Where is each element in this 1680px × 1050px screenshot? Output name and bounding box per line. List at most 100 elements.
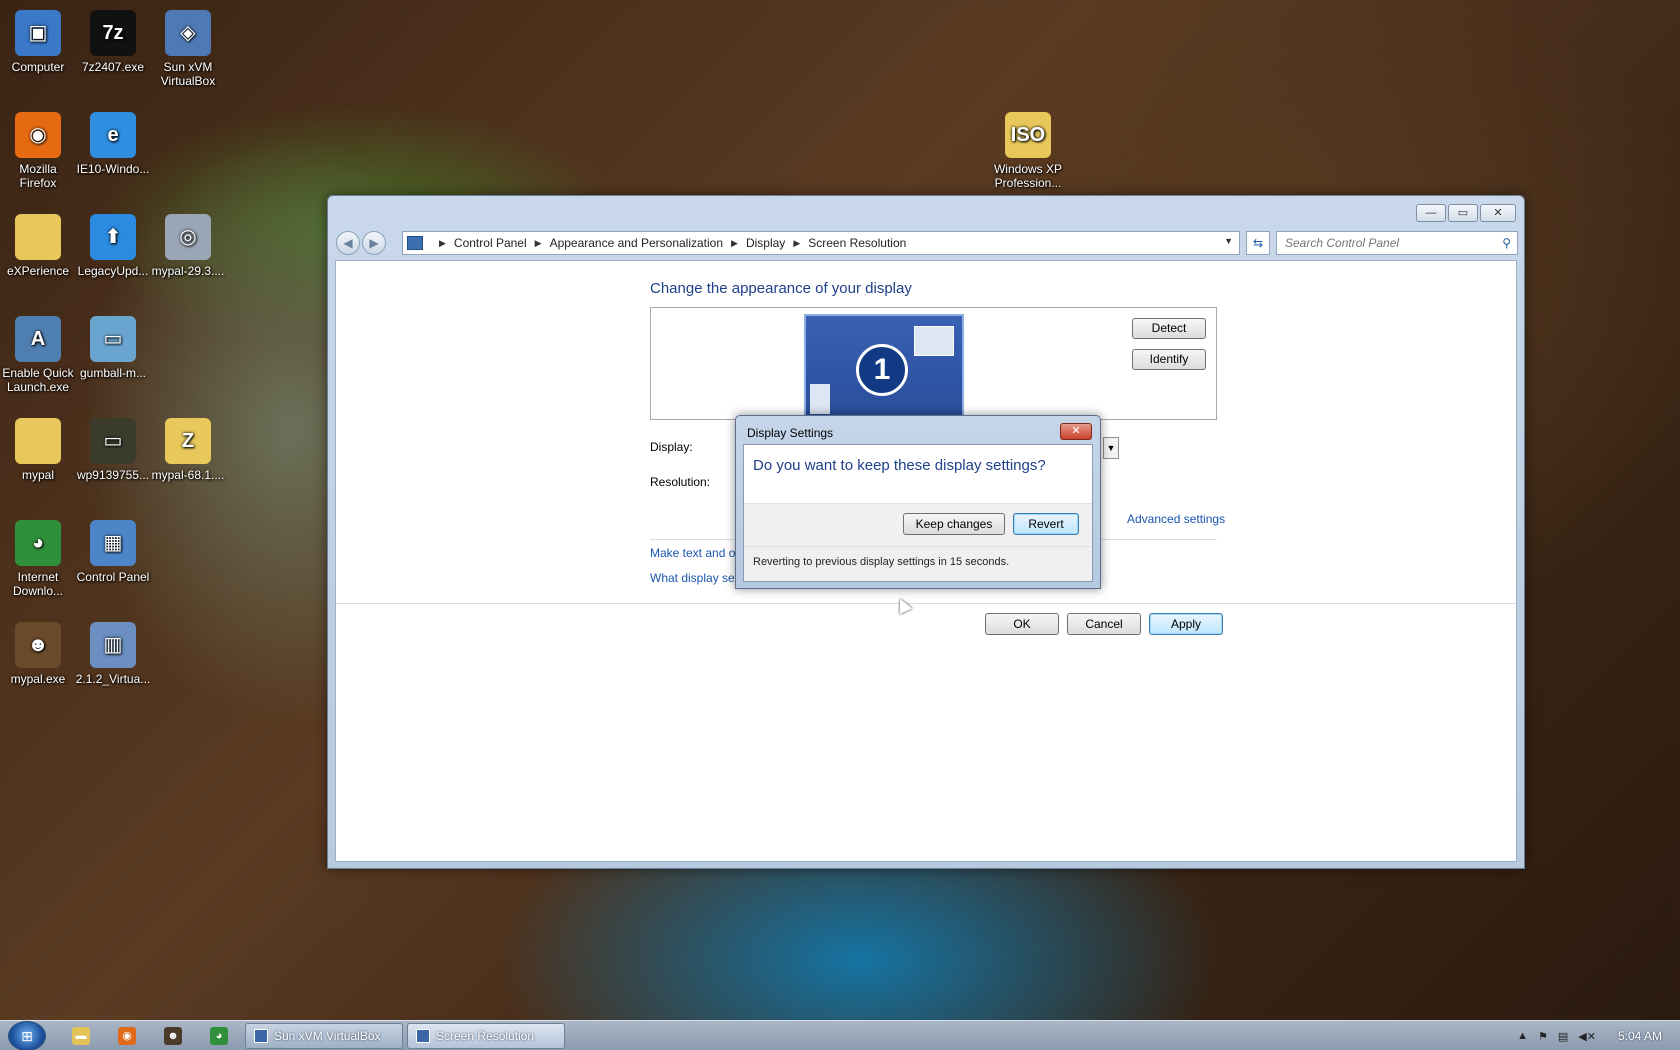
dialog-footer: Keep changes Revert Reverting to previou…: [744, 503, 1092, 581]
detect-button[interactable]: Detect: [1132, 318, 1206, 339]
folder-icon: [15, 214, 61, 260]
desktop-icon[interactable]: ⬆ LegacyUpd...: [75, 214, 151, 278]
search-input[interactable]: [1285, 236, 1485, 250]
folder-icon: [15, 418, 61, 464]
dialog-body: Do you want to keep these display settin…: [743, 444, 1093, 582]
action-center-flag-icon[interactable]: ⚑: [1538, 1030, 1548, 1043]
volume-muted-icon[interactable]: ◀✕: [1578, 1030, 1596, 1043]
desktop-icon-label: Mozilla Firefox: [19, 162, 57, 190]
desktop-icon[interactable]: 7z 7z2407.exe: [75, 10, 151, 74]
resolution-label: Resolution:: [650, 475, 711, 489]
cancel-button[interactable]: Cancel: [1067, 613, 1141, 635]
revert-button[interactable]: Revert: [1013, 513, 1079, 535]
maximize-button[interactable]: ▭: [1448, 204, 1478, 222]
desktop-icon[interactable]: ▥ 2.1.2_Virtua...: [75, 622, 151, 686]
desktop-icon[interactable]: ◎ mypal-29.3....: [150, 214, 226, 278]
breadcrumb-separator-icon: ▶: [793, 237, 801, 248]
back-button[interactable]: ◀: [336, 231, 360, 255]
taskbar-item-virtualbox[interactable]: Sun xVM VirtualBox: [245, 1023, 403, 1049]
desktop-icon[interactable]: mypal: [0, 418, 76, 482]
desktop-icon-label: Enable Quick Launch.exe: [2, 366, 74, 394]
breadcrumb-appearance[interactable]: Appearance and Personalization: [550, 236, 723, 250]
countdown-status: Reverting to previous display settings i…: [753, 556, 1010, 568]
network-icon[interactable]: ▤: [1558, 1030, 1568, 1043]
windows-logo-icon: ⊞: [21, 1028, 33, 1044]
show-hidden-icons-icon[interactable]: ▲: [1517, 1030, 1528, 1042]
mypal-taskbar-icon[interactable]: ☻: [164, 1027, 182, 1045]
breadcrumb-separator-icon: ▶: [534, 237, 542, 248]
desktop-icon[interactable]: ◈ Sun xVM VirtualBox: [150, 10, 226, 88]
desktop-icon-label: 7z2407.exe: [81, 60, 145, 74]
desktop-icon[interactable]: ◉ Mozilla Firefox: [0, 112, 76, 190]
dialog-close-button[interactable]: ✕: [1060, 423, 1092, 440]
refresh-button[interactable]: ⇆: [1246, 231, 1270, 255]
make-text-larger-link[interactable]: Make text and ot: [650, 546, 739, 560]
breadcrumb-control-panel[interactable]: Control Panel: [454, 236, 527, 250]
desktop-icon-label: IE10-Windo...: [76, 162, 150, 176]
desktop-icon[interactable]: eXPerience: [0, 214, 76, 278]
desktop-icon[interactable]: Zmypal-68.1....: [150, 418, 226, 482]
window-controls: — ▭ ✕: [1416, 204, 1516, 222]
desktop-icon[interactable]: ISO Windows XP Profession...: [990, 112, 1066, 190]
installer-disc-icon: ◎: [165, 214, 211, 260]
desktop-icon-label: mypal.exe: [10, 672, 66, 686]
forward-arrow-icon: ▶: [369, 236, 379, 250]
start-button[interactable]: ⊞: [8, 1021, 46, 1050]
display-settings-help-link[interactable]: What display set: [650, 571, 738, 585]
breadcrumb-separator-icon: ▶: [731, 237, 738, 248]
desktop-icon-label: Internet Downlo...: [12, 570, 64, 598]
desktop-icon-label: mypal-68.1....: [151, 468, 225, 482]
firefox-icon: ◉: [15, 112, 61, 158]
desktop-icon[interactable]: A Enable Quick Launch.exe: [0, 316, 76, 394]
apply-button[interactable]: Apply: [1149, 613, 1223, 635]
idm-icon: ◕: [15, 520, 61, 566]
page-title: Change the appearance of your display: [650, 280, 912, 297]
display-dropdown[interactable]: ▼: [1103, 437, 1119, 459]
breadcrumb-screen-resolution[interactable]: Screen Resolution: [808, 236, 906, 250]
forward-button[interactable]: ▶: [362, 231, 386, 255]
search-icon[interactable]: ⚲: [1502, 236, 1511, 250]
desktop-icon[interactable]: ▭ gumball-m...: [75, 316, 151, 380]
dialog-title: Display Settings: [747, 426, 834, 440]
quick-launch-icon: A: [15, 316, 61, 362]
desktop-icon-label: Windows XP Profession...: [993, 162, 1063, 190]
monitor-1[interactable]: 1: [804, 314, 964, 420]
desktop-icon-label: gumball-m...: [79, 366, 147, 380]
desktop-icon-label: Computer: [11, 60, 65, 74]
desktop-icon[interactable]: ☻ mypal.exe: [0, 622, 76, 686]
idm-taskbar-icon[interactable]: ◕: [210, 1027, 228, 1045]
desktop-icon[interactable]: ▣ Computer: [0, 10, 76, 74]
clock[interactable]: 5:04 AM: [1618, 1029, 1662, 1043]
minimize-button[interactable]: —: [1416, 204, 1446, 222]
desktop-icon-label: wp9139755...: [76, 468, 150, 482]
desktop-icon[interactable]: ▦ Control Panel: [75, 520, 151, 584]
desktop-icon[interactable]: ◕ Internet Downlo...: [0, 520, 76, 598]
mypal-raccoon-icon: ☻: [15, 622, 61, 668]
taskbar: ⊞ ▬ ◉ ☻ ◕ Sun xVM VirtualBox Screen Reso…: [0, 1020, 1680, 1050]
desktop-icon-label: LegacyUpd...: [77, 264, 149, 278]
close-button[interactable]: ✕: [1480, 204, 1516, 222]
control-panel-small-icon: [416, 1029, 430, 1043]
address-bar[interactable]: ▶ Control Panel ▶ Appearance and Persona…: [402, 231, 1240, 255]
control-panel-small-icon: [407, 236, 423, 250]
firefox-taskbar-icon[interactable]: ◉: [118, 1027, 136, 1045]
desktop-icon[interactable]: ▭ wp9139755...: [75, 418, 151, 482]
advanced-settings-link[interactable]: Advanced settings: [1127, 512, 1225, 526]
identify-button[interactable]: Identify: [1132, 349, 1206, 370]
search-box[interactable]: ⚲: [1276, 231, 1518, 255]
breadcrumb-display[interactable]: Display: [746, 236, 785, 250]
dialog-question: Do you want to keep these display settin…: [753, 457, 1046, 474]
display-settings-dialog: Display Settings ✕ Do you want to keep t…: [735, 415, 1101, 589]
breadcrumb-separator-icon: ▶: [439, 237, 446, 248]
taskbar-item-screen-resolution[interactable]: Screen Resolution: [407, 1023, 565, 1049]
desktop-icon[interactable]: e IE10-Windo...: [75, 112, 151, 176]
desktop-icon-label: mypal: [21, 468, 54, 482]
ok-button[interactable]: OK: [985, 613, 1059, 635]
desktop-icon-label: eXPerience: [6, 264, 70, 278]
explorer-icon[interactable]: ▬: [72, 1027, 90, 1045]
image-file-icon: ▭: [90, 418, 136, 464]
virtualbox-setup-icon: ▥: [90, 622, 136, 668]
keep-changes-button[interactable]: Keep changes: [903, 513, 1005, 535]
monitor-number: 1: [856, 344, 908, 396]
address-dropdown-icon[interactable]: ▼: [1224, 236, 1233, 246]
